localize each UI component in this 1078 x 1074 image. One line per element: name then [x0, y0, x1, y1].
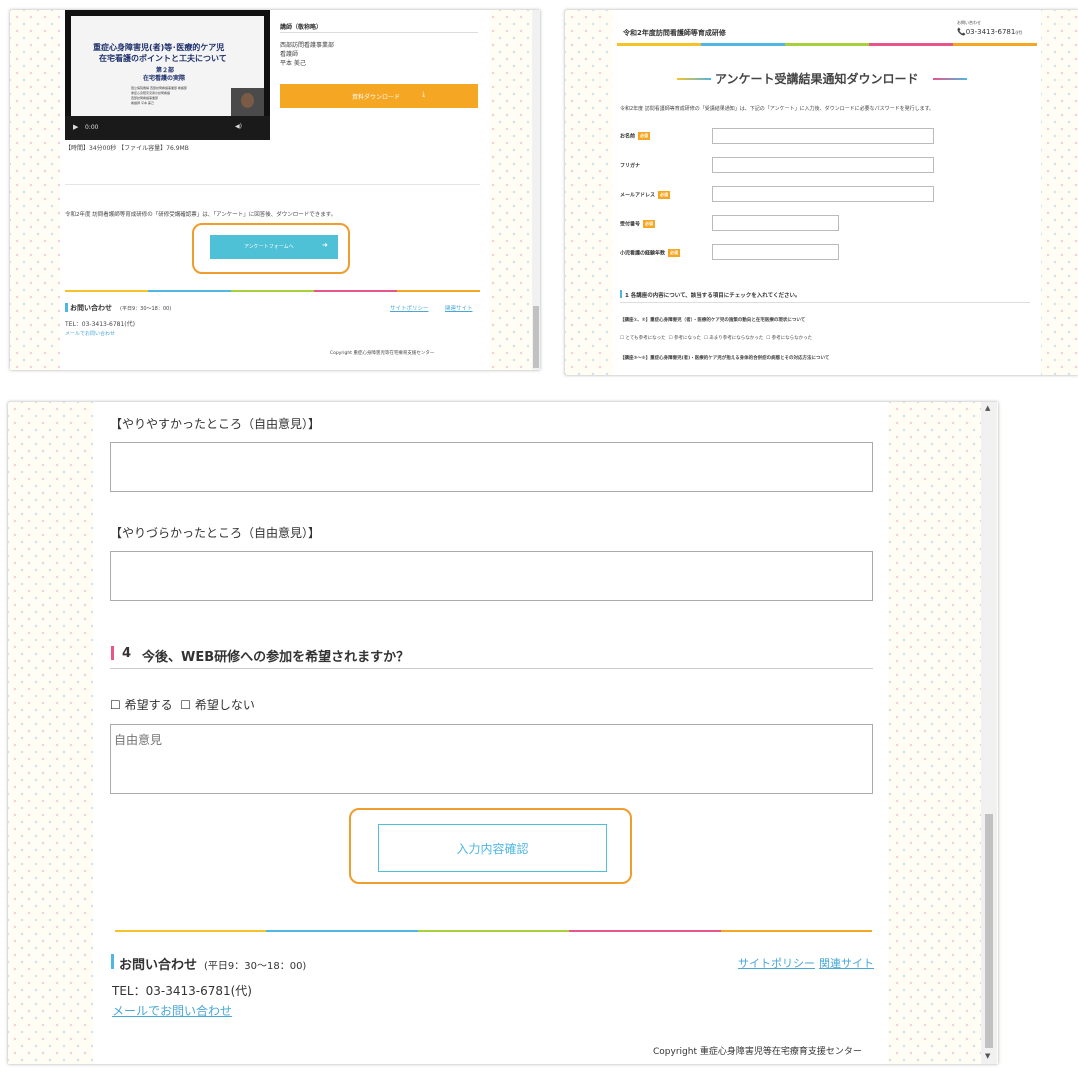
- rainbow-header-bar: [617, 43, 1037, 46]
- required-badge: 必須: [658, 191, 671, 199]
- policy-link[interactable]: サイトポリシー: [738, 955, 815, 971]
- section1-heading: 1 各講座の内容について、該当する項目にチェックを入れてください。: [625, 293, 801, 299]
- mail-link[interactable]: メールでお問い合わせ: [65, 330, 115, 337]
- contact-title: お問い合わせ: [119, 958, 198, 973]
- name-input[interactable]: [712, 128, 934, 144]
- scrollbar[interactable]: [532, 10, 540, 370]
- contact-hours: (平日9：30～18：00): [204, 961, 307, 972]
- contact-small: お問い合わせ: [957, 20, 981, 25]
- screenshot-survey-form: 令和2年度訪問看護師等育成研修 お問い合わせ 📞03-3413-6781(代) …: [565, 10, 1078, 375]
- email-input[interactable]: [712, 186, 934, 202]
- slide-subtitle: 在宅看護の実際: [143, 75, 186, 82]
- q4-marker: [111, 646, 114, 660]
- contact-title: お問い合わせ: [70, 304, 112, 312]
- experience-years-input[interactable]: [712, 244, 839, 260]
- required-badge: 必須: [668, 249, 681, 257]
- section1-marker: [620, 290, 622, 298]
- highlight-ring: [349, 808, 632, 884]
- site-title: 令和2年度訪問看護師等育成研修: [623, 29, 726, 37]
- opt-no-label: 希望しない: [194, 698, 255, 712]
- intro-text: 令和2年度 訪問看護師等育成研修の「受講結果通知」は、下記の「アンケート」に入力…: [620, 106, 935, 112]
- receipt-number-input[interactable]: [712, 215, 839, 231]
- section-divider: [65, 184, 480, 185]
- screenshot-survey-bottom: 【やりやすかったところ（自由意見）】 【やりづらかったところ（自由意見）】 4 …: [8, 402, 998, 1064]
- slide-title-line1: 重症心身障害児(者)等･医療的ケア児: [93, 43, 225, 52]
- video-slide: 重症心身障害児(者)等･医療的ケア児 在宅看護のポイントと工夫について 第２部 …: [71, 16, 264, 116]
- required-badge: 必須: [643, 220, 656, 228]
- slide-small-2: 重症心身障害児者の訪問看護: [131, 91, 171, 95]
- q4-number: 4: [122, 646, 132, 661]
- hard-feedback-textarea[interactable]: [110, 551, 873, 601]
- mail-link[interactable]: メールでお問い合わせ: [112, 1002, 232, 1019]
- q4-text: 今後、WEB研修への参加を希望されますか？: [142, 650, 410, 665]
- slide-title-line2: 在宅看護のポイントと工夫について: [99, 54, 227, 63]
- required-badge: 必須: [638, 132, 651, 140]
- scrollbar-thumb[interactable]: [985, 814, 993, 1048]
- field-label-email: メールアドレス 必須: [620, 191, 671, 199]
- kana-input[interactable]: [712, 157, 934, 173]
- easy-feedback-textarea[interactable]: [110, 442, 873, 492]
- slide-small-1: 国立病院機構 西部訪問看護事業部 看護部: [131, 86, 187, 90]
- phone-digits: 03-3413-6781: [965, 28, 1016, 36]
- video-time: 0:00: [85, 124, 99, 131]
- field-label-experience: 小児看護の経験年数 必須: [620, 249, 681, 257]
- q4-options: ☐ 希望する ☐ 希望しない: [110, 696, 255, 713]
- scroll-up-icon[interactable]: ▲: [985, 404, 990, 412]
- phone-icon: 📞: [957, 28, 966, 36]
- screenshot-course-page: 重症心身障害児(者)等･医療的ケア児 在宅看護のポイントと工夫について 第２部 …: [10, 10, 540, 370]
- field-label-name: お名前 必須: [620, 132, 651, 140]
- download-icon: ⤓: [422, 90, 426, 98]
- phone-number: 📞03-3413-6781(代): [957, 28, 1022, 36]
- rainbow-divider: [115, 930, 873, 932]
- instructor-line-2: 看護師: [280, 51, 299, 58]
- easy-label: 【やりやすかったところ（自由意見）】: [110, 417, 321, 431]
- related-link[interactable]: 関連サイト: [445, 304, 473, 312]
- q4-rule: [110, 668, 873, 669]
- field-label-kana: フリガナ: [620, 163, 641, 169]
- contact-hours: (平日9：30～18：00): [120, 306, 172, 312]
- heading-rule-left: [677, 78, 711, 80]
- video-controls: ▶ 0:00 ◀): [65, 116, 270, 140]
- copyright: Copyright 重症心身障害児等在宅療育支援センター: [330, 351, 435, 356]
- scrollbar-thumb[interactable]: [533, 306, 539, 368]
- play-icon[interactable]: ▶: [73, 123, 78, 131]
- contact-marker: [111, 954, 114, 969]
- question2: 【講座③～⑤】重症心身障害児(者)・医療的ケア児が抱える身体的合併症の病態とその…: [620, 356, 830, 361]
- instructor-heading: 講師（敬称略）: [280, 24, 323, 31]
- slide-small-4: 看護師 平本 美己: [131, 101, 154, 105]
- field-label-receipt: 受付番号 必須: [620, 220, 656, 228]
- contact-tel: TEL：03-3413-6781(代): [65, 321, 135, 328]
- rainbow-divider: [65, 290, 480, 292]
- contact-marker: [65, 303, 68, 312]
- instructor-line-3: 平本 美己: [280, 60, 306, 67]
- scrollbar[interactable]: ▲ ▼: [981, 402, 997, 1064]
- free-opinion-textarea[interactable]: [110, 724, 873, 794]
- question1: 【講座①、②】重症心身障害児（者）・医療的ケア児の施策の動向と在宅医療の現状につ…: [620, 318, 806, 323]
- copyright: Copyright 重症心身障害児等在宅療育支援センター: [653, 1047, 862, 1057]
- related-link[interactable]: 関連サイト: [819, 955, 874, 971]
- file-info: 【時間】34分00秒 【ファイル容量】76.9MB: [65, 145, 189, 152]
- hard-label: 【やりづらかったところ（自由意見）】: [110, 526, 321, 540]
- download-label: 資料ダウンロード: [352, 94, 401, 101]
- section1-rule: [620, 302, 1030, 303]
- phone-suffix: (代): [1015, 30, 1023, 35]
- video-player[interactable]: 重症心身障害児(者)等･医療的ケア児 在宅看護のポイントと工夫について 第２部 …: [65, 10, 270, 140]
- checkbox-icon[interactable]: ☐: [110, 698, 125, 712]
- contact-tel: TEL：03-3413-6781(代): [112, 984, 252, 998]
- page-heading: アンケート受講結果通知ダウンロード: [715, 72, 919, 86]
- instructor-divider: [280, 32, 478, 33]
- checkbox-icon[interactable]: ☐: [180, 698, 195, 712]
- instructor-line-1: 西部訪問看護事業部: [280, 42, 335, 49]
- opt-yes-label: 希望する: [124, 698, 173, 712]
- highlight-ring: [192, 223, 350, 274]
- scroll-down-icon[interactable]: ▼: [985, 1052, 990, 1060]
- volume-icon[interactable]: ◀): [235, 123, 242, 130]
- notice-text: 令和2年度 訪問看護師等育成研修の「研修受講確認票」は、「アンケート」に回答後、…: [65, 212, 337, 218]
- heading-rule-right: [933, 78, 967, 80]
- slide-small-3: 西部訪問看護事業部: [131, 96, 159, 100]
- policy-link[interactable]: サイトポリシー: [390, 304, 429, 312]
- download-button[interactable]: 資料ダウンロード ⤓: [280, 84, 478, 108]
- q1-options: ☐ とても参考になった ☐ 参考になった ☐ あまり参考にならなかった ☐ 参考…: [620, 336, 813, 341]
- speaker-thumbnail: [231, 88, 264, 116]
